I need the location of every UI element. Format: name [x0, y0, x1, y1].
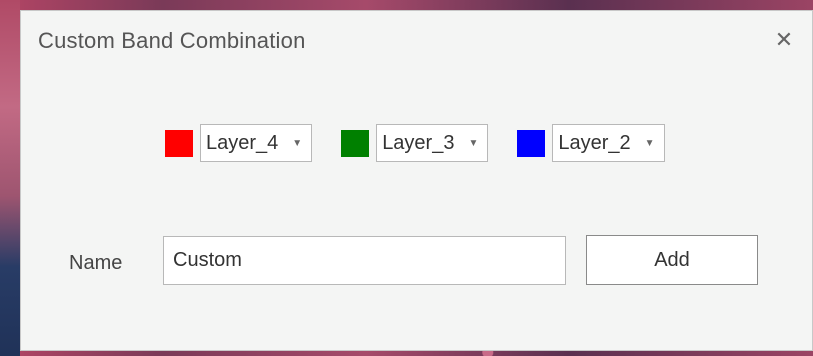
blue-band-value: Layer_2 — [558, 131, 631, 154]
blue-band-dropdown[interactable]: Layer_2 ▼ — [552, 124, 665, 162]
band-selectors: Layer_4 ▼ Layer_3 ▼ Layer_2 ▼ — [165, 124, 694, 162]
dialog-title: Custom Band Combination — [38, 28, 306, 53]
close-icon[interactable]: ✕ — [772, 28, 796, 52]
custom-band-combination-dialog: Custom Band Combination ✕ Layer_4 ▼ Laye… — [20, 10, 813, 351]
chevron-down-icon: ▼ — [644, 137, 655, 149]
add-button[interactable]: Add — [586, 235, 758, 285]
red-color-swatch — [165, 129, 193, 157]
blue-band: Layer_2 ▼ — [517, 124, 665, 162]
green-band-value: Layer_3 — [382, 131, 455, 154]
chevron-down-icon: ▼ — [468, 137, 479, 149]
green-band-dropdown[interactable]: Layer_3 ▼ — [376, 124, 489, 162]
chevron-down-icon: ▼ — [292, 137, 303, 149]
name-label: Name — [69, 252, 123, 274]
background-imagery — [0, 0, 20, 356]
name-input[interactable] — [163, 236, 566, 285]
blue-color-swatch — [517, 129, 546, 157]
red-band: Layer_4 ▼ — [165, 124, 313, 162]
red-band-value: Layer_4 — [206, 131, 279, 154]
green-color-swatch — [341, 129, 370, 157]
red-band-dropdown[interactable]: Layer_4 ▼ — [200, 124, 313, 162]
green-band: Layer_3 ▼ — [341, 124, 489, 162]
